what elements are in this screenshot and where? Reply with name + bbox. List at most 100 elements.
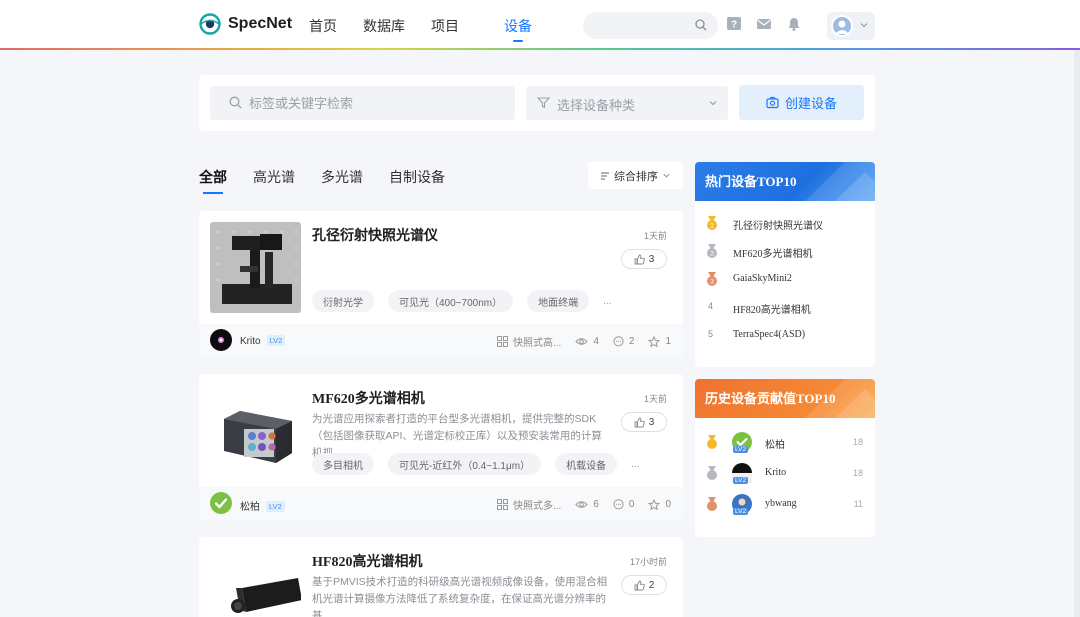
tab-custom[interactable]: 自制设备: [389, 167, 445, 187]
device-image[interactable]: [210, 222, 301, 313]
bell-icon[interactable]: [786, 16, 802, 32]
contributor-row[interactable]: LV2 Krito 18: [695, 458, 875, 489]
comments-stat[interactable]: 2: [613, 336, 635, 347]
comments-count: 2: [628, 336, 635, 347]
logo[interactable]: SpecNet: [199, 13, 292, 35]
device-time: 17小时前: [629, 557, 667, 567]
like-count: 3: [648, 416, 655, 428]
device-tag[interactable]: 可见光-近红外（0.4~1.1μm）: [388, 453, 542, 475]
author-name[interactable]: 松柏 LV2: [240, 498, 285, 513]
hot-device-row[interactable]: 5 TerraSpec4(ASD): [695, 321, 875, 349]
hot-device-row[interactable]: 3 GaiaSkyMini2: [695, 265, 875, 293]
device-type-select[interactable]: 选择设备种类: [526, 86, 728, 120]
device-tags: 多目相机 可见光-近红外（0.4~1.1μm） 机载设备 ...: [312, 453, 639, 475]
author-avatar[interactable]: [210, 329, 232, 351]
thumbs-up-icon: [634, 580, 645, 590]
sort-dropdown[interactable]: 综合排序: [588, 162, 683, 189]
history-header: 历史设备贡献值TOP10: [695, 379, 875, 418]
mail-icon[interactable]: [756, 16, 772, 32]
device-title[interactable]: MF620多光谱相机: [312, 388, 425, 408]
comments-stat[interactable]: 0: [613, 499, 634, 510]
hot-device-name[interactable]: TerraSpec4(ASD): [733, 329, 805, 340]
hot-devices-title: 热门设备TOP10: [705, 174, 797, 189]
comment-icon: [613, 499, 624, 510]
contributor-row[interactable]: LV2 ybwang 11: [695, 489, 875, 520]
hot-device-name[interactable]: GaiaSkyMini2: [733, 273, 792, 284]
contributor-name[interactable]: 松柏: [765, 436, 785, 451]
stars-stat[interactable]: 1: [648, 335, 671, 348]
nav-devices[interactable]: 设备: [504, 16, 532, 42]
category-stat[interactable]: 快照式高...: [496, 334, 561, 349]
camera-plus-icon: [766, 96, 779, 109]
device-image[interactable]: [210, 385, 301, 476]
contributor-score: 11: [853, 499, 863, 509]
device-tag[interactable]: 可见光（400~700nm）: [388, 290, 514, 312]
stars-count: 0: [665, 499, 671, 510]
eye-icon: [575, 501, 589, 508]
hot-device-name[interactable]: HF820高光谱相机: [733, 301, 811, 316]
nav-projects[interactable]: 项目: [431, 16, 459, 36]
page-scrollbar[interactable]: [1074, 50, 1080, 617]
device-time: 1天前: [643, 231, 667, 241]
create-device-button[interactable]: 创建设备: [739, 85, 864, 120]
like-button[interactable]: 2: [621, 575, 667, 595]
keyword-search[interactable]: [210, 86, 515, 120]
silver-medal-icon: 2: [707, 244, 717, 258]
contributor-score: 18: [852, 468, 863, 478]
views-count: 4: [593, 336, 599, 347]
tab-multispectral[interactable]: 多光谱: [321, 167, 363, 187]
category-stat[interactable]: 快照式多...: [496, 497, 561, 512]
header-search-input[interactable]: [583, 12, 718, 39]
device-title[interactable]: HF820高光谱相机: [312, 551, 422, 571]
author-avatar[interactable]: [210, 492, 232, 514]
medal-rank: 2: [710, 251, 714, 258]
search-icon[interactable]: [695, 19, 707, 31]
top-header: SpecNet 首页 数据库 项目 设备 ?: [0, 0, 1080, 50]
card-stats: 快照式高... 4 2 1: [483, 334, 671, 349]
device-card[interactable]: MF620多光谱相机 1天前 3 为光谱应用探索者打造的平台型多光谱相机，提供完…: [199, 374, 683, 520]
stars-count: 1: [665, 336, 671, 347]
author-name[interactable]: Krito LV2: [240, 335, 286, 347]
device-card[interactable]: 孔径衍射快照光谱仪 1天前 3 衍射光学 可见光（400~700nm） 地面终端…: [199, 211, 683, 357]
device-card[interactable]: HF820高光谱相机 17小时前 2 基于PMVIS技术打造的科研级高光谱视频成…: [199, 537, 683, 617]
hot-device-row[interactable]: 2 MF620多光谱相机: [695, 237, 875, 265]
author-name-text: 松柏: [240, 502, 260, 513]
contributor-name[interactable]: Krito: [765, 467, 786, 478]
user-avatar: [831, 15, 853, 37]
tab-hyperspectral[interactable]: 高光谱: [253, 167, 295, 187]
stars-stat[interactable]: 0: [648, 498, 671, 511]
device-title[interactable]: 孔径衍射快照光谱仪: [312, 225, 438, 245]
views-stat: 6: [575, 499, 599, 510]
contributor-name[interactable]: ybwang: [765, 498, 797, 509]
keyword-search-input[interactable]: [249, 86, 499, 120]
history-contribution-panel: 历史设备贡献值TOP10 LV2 松柏 18 LV2 Krito 18 LV2 …: [695, 379, 875, 537]
help-icon[interactable]: ?: [726, 16, 742, 32]
hot-device-row[interactable]: 1 孔径衍射快照光谱仪: [695, 209, 875, 237]
chevron-down-icon: [709, 101, 717, 106]
device-tag[interactable]: 机载设备: [555, 453, 618, 475]
like-count: 2: [648, 579, 655, 591]
card-stats: 快照式多... 6 0 0: [483, 497, 671, 512]
like-button[interactable]: 3: [621, 249, 667, 269]
more-tags[interactable]: ...: [631, 459, 639, 470]
bronze-medal-icon: [707, 497, 717, 511]
device-image[interactable]: [210, 548, 301, 617]
level-badge: LV2: [733, 446, 749, 453]
level-badge: LV2: [733, 508, 749, 515]
tab-all[interactable]: 全部: [199, 167, 227, 194]
hot-device-row[interactable]: 4 HF820高光谱相机: [695, 293, 875, 321]
grid-icon: [496, 336, 508, 347]
device-tag[interactable]: 衍射光学: [312, 290, 374, 312]
like-button[interactable]: 3: [621, 412, 667, 432]
device-tag[interactable]: 地面终端: [527, 290, 590, 312]
nav-home[interactable]: 首页: [309, 16, 337, 36]
more-tags[interactable]: ...: [603, 296, 611, 307]
nav-database[interactable]: 数据库: [363, 16, 405, 36]
contributor-row[interactable]: LV2 松柏 18: [695, 427, 875, 458]
gold-medal-icon: 1: [707, 216, 717, 230]
hot-device-name[interactable]: 孔径衍射快照光谱仪: [733, 217, 823, 232]
hot-device-name[interactable]: MF620多光谱相机: [733, 245, 812, 260]
device-time: 1天前: [643, 394, 667, 404]
user-menu[interactable]: [827, 12, 875, 40]
device-tag[interactable]: 多目相机: [312, 453, 374, 475]
